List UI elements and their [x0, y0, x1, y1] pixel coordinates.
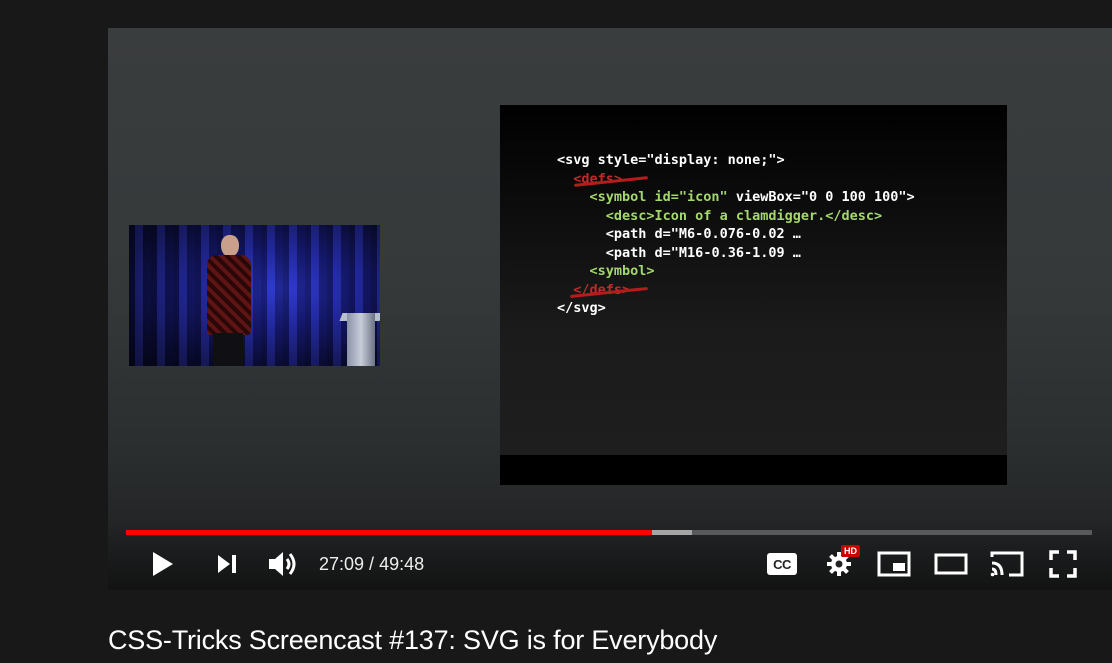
presentation-slide: <svg style="display: none;"> <defs> <sym…: [500, 105, 1007, 485]
code-token: <path d="M6-0.076-0.02 …: [605, 226, 801, 242]
next-icon: [218, 555, 236, 573]
volume-icon: [269, 552, 296, 576]
miniplayer-icon: [877, 551, 911, 577]
code-line: <defs>: [557, 170, 915, 189]
volume-button[interactable]: [264, 546, 300, 582]
code-token: <svg style="display: none;">: [557, 152, 785, 168]
code-token: </svg>: [557, 300, 606, 316]
speaker-head: [221, 235, 239, 257]
stage-curtain: [129, 225, 380, 366]
hd-badge: HD: [841, 545, 860, 557]
fullscreen-button[interactable]: [1046, 549, 1080, 579]
settings-button[interactable]: HD: [822, 545, 860, 579]
code-token: <path d="M16-0.36-1.09 …: [605, 244, 801, 261]
cast-icon: [990, 551, 1024, 577]
code-line: <symbol id="icon" viewBox="0 0 100 100">: [557, 188, 915, 207]
podium: [347, 313, 375, 366]
speaker-body: [207, 255, 251, 335]
video-player[interactable]: <svg style="display: none;"> <defs> <sym…: [108, 28, 1112, 590]
slide-bottom-bar: [500, 455, 1007, 485]
code-line: <path d="M16-0.36-1.09 …: [557, 244, 915, 263]
progress-bar[interactable]: [126, 530, 1092, 535]
miniplayer-button[interactable]: [876, 549, 912, 579]
cc-icon: CC: [767, 553, 797, 575]
fullscreen-icon: [1049, 550, 1077, 578]
code-line: <desc>Icon of a clamdigger.</desc>: [557, 207, 915, 226]
code-line: <symbol>: [557, 262, 915, 281]
current-time: 27:09: [319, 554, 365, 574]
code-line: <svg style="display: none;">: [557, 151, 915, 170]
progress-played: [126, 530, 652, 535]
code-token: <symbol id="icon": [589, 189, 736, 205]
next-button[interactable]: [212, 550, 242, 578]
speaker-legs: [213, 333, 243, 366]
theater-mode-button[interactable]: [932, 549, 970, 579]
subtitles-button[interactable]: CC: [764, 550, 800, 578]
time-display: 27:09 / 49:48: [319, 552, 424, 576]
cc-label: CC: [773, 556, 791, 572]
code-token: <symbol>: [589, 263, 655, 279]
video-title: CSS-Tricks Screencast #137: SVG is for E…: [108, 625, 718, 655]
play-button[interactable]: [146, 548, 180, 580]
code-token: viewBox="0 0 100 100">: [735, 189, 915, 205]
speaker-video-inset: [129, 225, 380, 366]
time-separator: /: [364, 554, 380, 574]
cast-button[interactable]: [988, 548, 1026, 580]
code-line: </svg>: [557, 299, 915, 318]
duration: 49:48: [379, 554, 425, 574]
play-icon: [153, 552, 173, 576]
code-token: <desc>Icon of a clamdigger.</desc>: [605, 207, 883, 224]
theater-icon: [934, 553, 968, 575]
code-line: <path d="M6-0.076-0.02 …: [557, 225, 915, 244]
